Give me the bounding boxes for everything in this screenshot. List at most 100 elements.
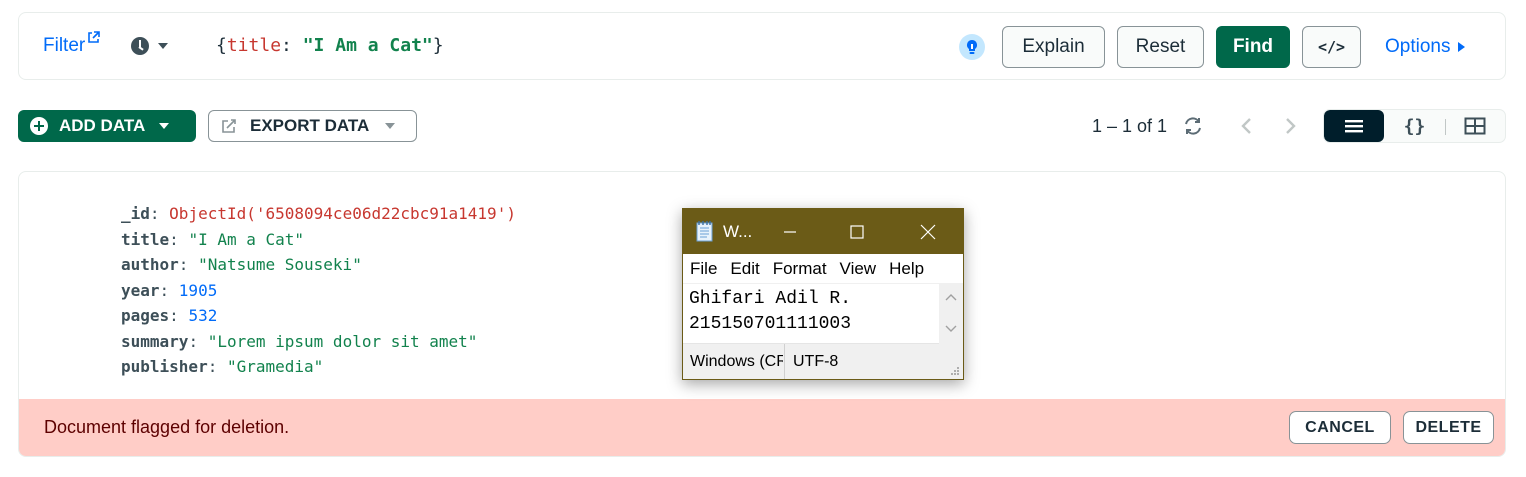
field-row-author: author: "Natsume Souseki"	[121, 252, 516, 278]
close-button[interactable]	[905, 209, 951, 254]
reset-button[interactable]: Reset	[1117, 26, 1204, 68]
vertical-scrollbar[interactable]	[939, 284, 963, 344]
field-row-title: title: "I Am a Cat"	[121, 227, 516, 253]
field-key: summary	[121, 331, 189, 351]
field-value: ObjectId('6508094ce06d22cbc91a1419')	[169, 204, 516, 223]
options-label: Options	[1385, 36, 1451, 57]
notepad-titlebar[interactable]: W...	[683, 209, 963, 254]
minimize-button[interactable]	[767, 209, 813, 254]
table-view-icon	[1464, 117, 1486, 135]
add-data-label: ADD DATA	[59, 116, 146, 135]
find-button[interactable]: Find	[1216, 26, 1290, 68]
line-ending-status: Windows (CRLF)	[690, 353, 783, 370]
field-key: publisher	[121, 357, 208, 376]
chevron-right-icon	[1458, 42, 1466, 52]
filter-label: Filter	[43, 35, 86, 56]
field-key: title	[121, 229, 170, 249]
menu-view[interactable]: View	[840, 259, 877, 279]
notepad-line: 215150701111003	[689, 314, 852, 334]
query-history-button[interactable]	[131, 37, 168, 55]
chevron-left-icon[interactable]	[1237, 115, 1257, 137]
cancel-button[interactable]: CANCEL	[1289, 411, 1391, 444]
document-fields: _id: ObjectId('6508094ce06d22cbc91a1419'…	[121, 201, 516, 380]
field-value: 532	[188, 306, 218, 325]
field-key: _id	[121, 204, 150, 223]
notepad-line: Ghifari Adil R.	[689, 289, 852, 309]
deletion-message: Document flagged for deletion.	[44, 417, 290, 437]
menu-edit[interactable]: Edit	[730, 259, 759, 279]
query-bar: Filter {title: "I Am a Cat"} Explain Res…	[18, 12, 1506, 80]
chevron-down-icon	[159, 123, 170, 129]
add-data-button[interactable]: ADD DATA	[18, 110, 196, 142]
notepad-title: W...	[723, 222, 753, 241]
clock-icon	[131, 37, 149, 55]
field-row-publisher: publisher: "Gramedia"	[121, 354, 516, 380]
field-key: pages	[121, 306, 170, 325]
field-row-summary: summary: "Lorem ipsum dolor sit amet"	[121, 329, 516, 355]
chevron-down-icon	[158, 43, 168, 49]
query-colon: :	[281, 35, 303, 56]
notepad-icon	[696, 221, 713, 242]
minimize-icon	[784, 230, 796, 233]
external-link-icon	[88, 31, 101, 43]
list-view-button[interactable]	[1324, 110, 1385, 142]
encoding-status: UTF-8	[793, 353, 839, 370]
field-colon: :	[207, 357, 227, 376]
field-value: "Gramedia"	[226, 357, 324, 376]
menu-help[interactable]: Help	[889, 259, 924, 279]
deletion-banner: Document flagged for deletion. CANCEL DE…	[19, 399, 1505, 456]
close-icon	[920, 224, 936, 239]
notepad-menubar: File Edit Format View Help	[683, 254, 963, 284]
field-colon: :	[159, 280, 179, 300]
field-value: "I Am a Cat"	[188, 229, 305, 249]
query-input[interactable]: {title: "I Am a Cat"}	[216, 35, 444, 56]
field-row-year: year: 1905	[121, 278, 516, 304]
query-value: "I Am a Cat"	[302, 35, 433, 56]
field-value: 1905	[178, 280, 218, 300]
delete-button[interactable]: DELETE	[1403, 411, 1494, 444]
lightbulb-icon[interactable]	[959, 34, 985, 60]
field-colon: :	[178, 255, 199, 274]
code-view-button[interactable]: </>	[1302, 26, 1361, 68]
pagination-count: 1 – 1 of 1	[1092, 116, 1168, 136]
chevron-down-icon	[385, 123, 396, 129]
maximize-button[interactable]	[834, 209, 880, 254]
export-data-label: EXPORT DATA	[250, 116, 370, 135]
query-key: title	[226, 35, 282, 56]
json-view-icon: {}	[1403, 115, 1426, 137]
options-toggle[interactable]: Options	[1385, 36, 1466, 58]
field-key: author	[121, 255, 179, 274]
field-colon: :	[149, 204, 170, 223]
export-data-button[interactable]: EXPORT DATA	[208, 110, 417, 142]
field-row-id: _id: ObjectId('6508094ce06d22cbc91a1419'…	[121, 201, 516, 227]
plus-circle-icon	[30, 117, 48, 135]
query-close-brace: }	[432, 35, 444, 56]
field-row-pages: pages: 532	[121, 303, 516, 329]
json-view-button[interactable]: {}	[1384, 110, 1444, 142]
resize-grip-icon[interactable]	[950, 366, 960, 376]
query-open-brace: {	[216, 35, 227, 56]
maximize-icon	[850, 224, 864, 239]
field-colon: :	[169, 306, 189, 325]
notepad-window: W... File Edit Format View Help Ghifari …	[682, 208, 964, 380]
notepad-editor[interactable]: Ghifari Adil R. 215150701111003	[683, 284, 963, 344]
view-switcher: {}	[1323, 109, 1506, 143]
notepad-text: Ghifari Adil R. 215150701111003	[689, 287, 851, 337]
field-key: year	[121, 280, 160, 300]
chevron-right-icon[interactable]	[1280, 115, 1300, 137]
export-icon	[222, 119, 236, 133]
field-value: "Natsume Souseki"	[198, 255, 362, 274]
notepad-statusbar: Windows (CRLF) UTF-8	[683, 344, 963, 379]
explain-button[interactable]: Explain	[1002, 26, 1105, 68]
refresh-icon[interactable]	[1182, 115, 1204, 137]
list-view-icon	[1345, 120, 1364, 133]
menu-file[interactable]: File	[690, 259, 717, 279]
status-divider	[784, 344, 785, 379]
filter-link[interactable]: Filter	[43, 31, 101, 57]
table-view-button[interactable]	[1444, 110, 1505, 142]
field-colon: :	[188, 331, 208, 351]
field-colon: :	[169, 229, 189, 249]
scroll-arrows-icon	[945, 294, 957, 332]
menu-format[interactable]: Format	[773, 259, 827, 279]
field-value: "Lorem ipsum dolor sit amet"	[207, 331, 478, 351]
